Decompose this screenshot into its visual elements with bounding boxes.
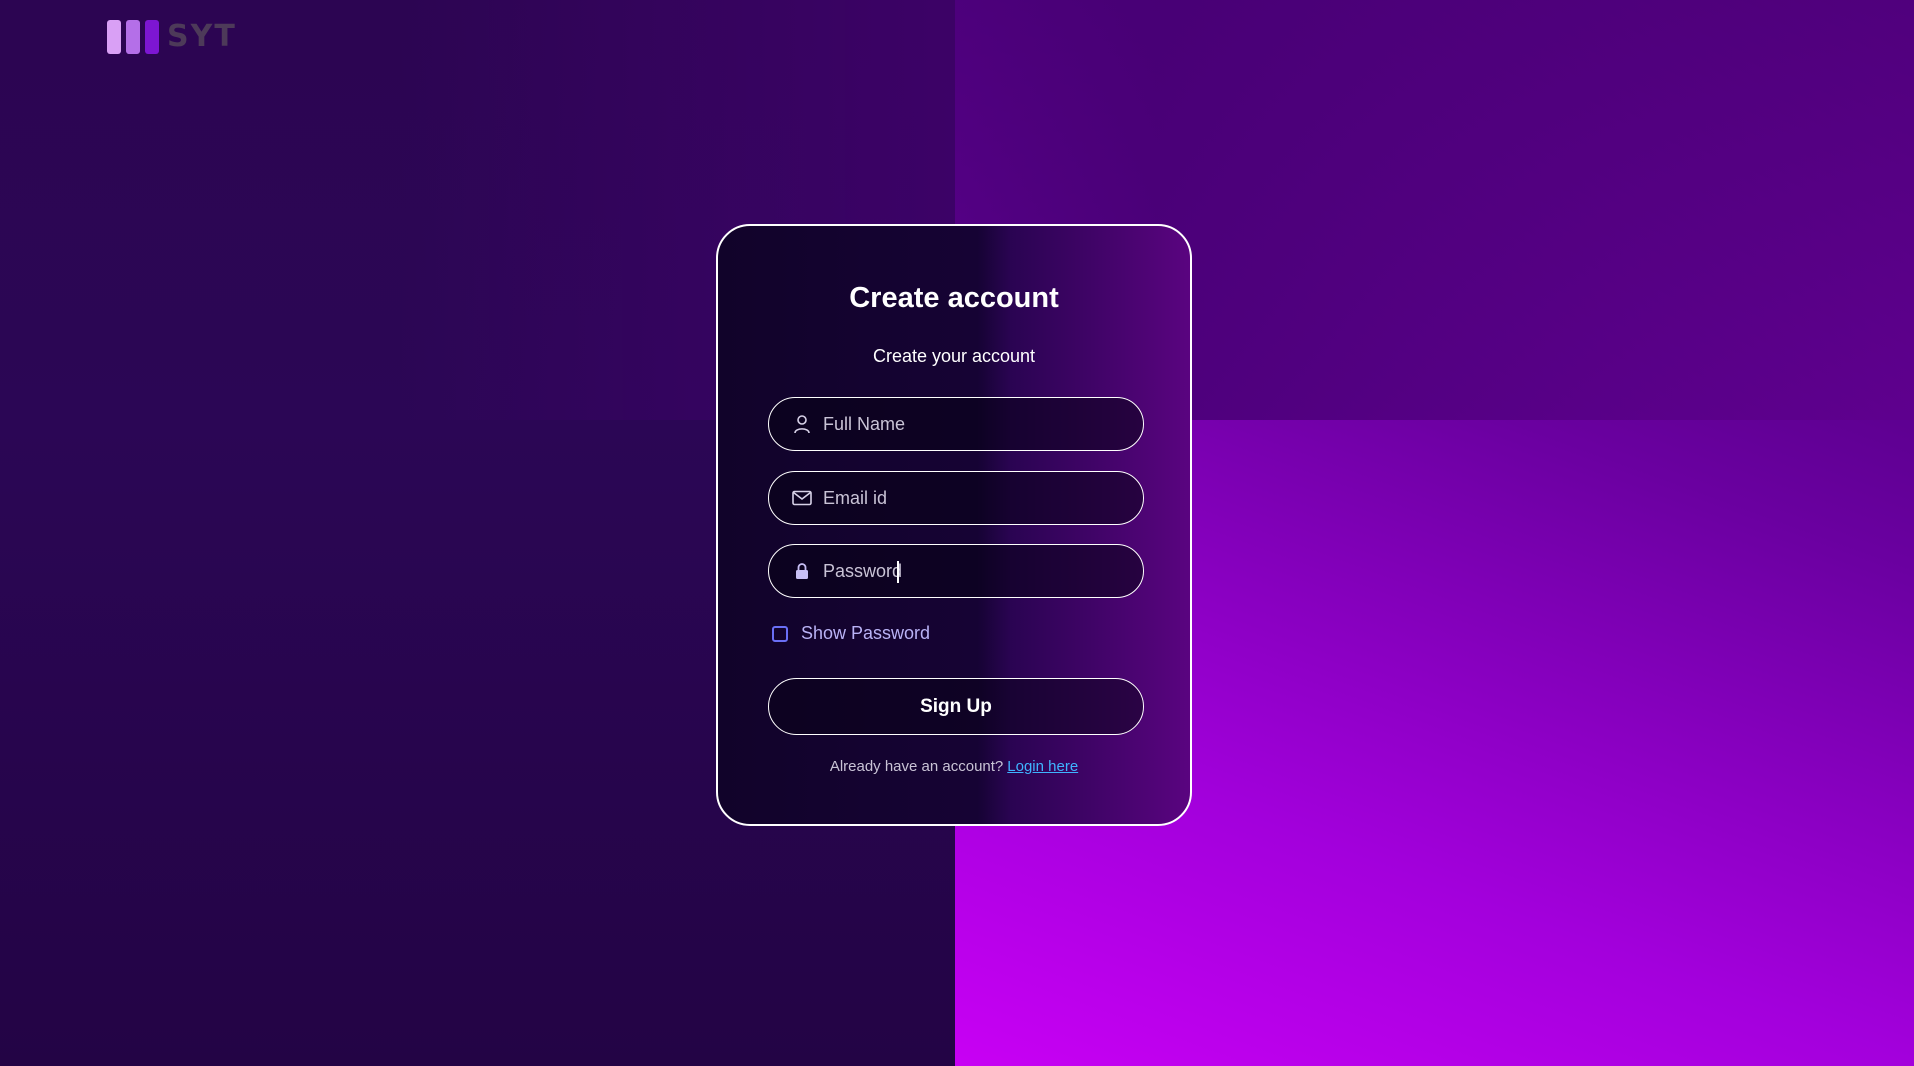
brand-logo[interactable]: SYT bbox=[107, 20, 237, 54]
logo-bar-1 bbox=[107, 20, 121, 54]
logo-bar-3 bbox=[145, 20, 159, 54]
logo-bar-2 bbox=[126, 20, 140, 54]
sign-up-button[interactable]: Sign Up bbox=[768, 678, 1144, 735]
form-title: Create account bbox=[849, 282, 1059, 314]
show-password-checkbox[interactable] bbox=[772, 625, 788, 642]
signup-card: Create account Create your account Full … bbox=[716, 224, 1192, 826]
full-name-input[interactable] bbox=[823, 413, 1123, 435]
mail-icon bbox=[791, 487, 813, 509]
lock-icon bbox=[791, 560, 813, 582]
login-prompt: Already have an account? Login here bbox=[718, 758, 1190, 775]
logo-text: SYT bbox=[167, 19, 237, 54]
email-input[interactable] bbox=[823, 487, 1123, 509]
login-prompt-text: Already have an account? bbox=[829, 758, 1004, 775]
full-name-field[interactable] bbox=[768, 397, 1144, 451]
password-input[interactable] bbox=[823, 560, 1123, 582]
show-password-label: Show Password bbox=[801, 623, 931, 643]
form-subtitle: Create your account bbox=[872, 346, 1036, 366]
user-icon bbox=[791, 413, 813, 435]
text-caret bbox=[897, 561, 899, 583]
login-link[interactable]: Login here bbox=[1007, 758, 1078, 775]
password-field[interactable] bbox=[768, 544, 1144, 598]
show-password-toggle[interactable]: Show Password bbox=[772, 623, 930, 644]
email-field[interactable] bbox=[768, 471, 1144, 525]
